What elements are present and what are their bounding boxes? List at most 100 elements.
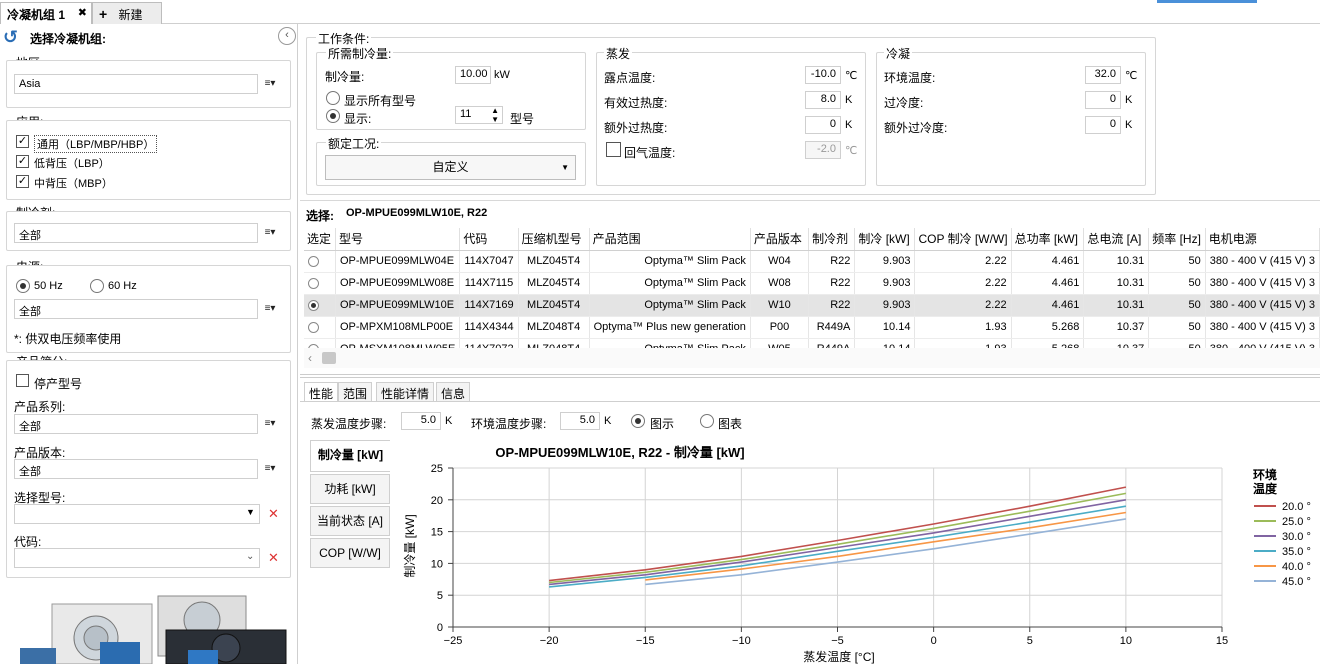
table-cell: OP-MPUE099MLW08E xyxy=(335,272,461,295)
column-header[interactable]: 制冷 [kW] xyxy=(854,228,916,251)
power-select[interactable]: 全部 xyxy=(14,299,258,319)
show-count-stepper[interactable]: 11 ▲ ▼ xyxy=(455,106,503,124)
extra-superheat-label: 额外过热度: xyxy=(604,121,668,135)
column-header[interactable]: 型号 xyxy=(335,228,461,251)
close-icon[interactable]: ✖ xyxy=(78,6,87,19)
filter-dropdown-icon[interactable]: ≡▾ xyxy=(262,76,278,92)
table-cell: MLZ048T4 xyxy=(518,316,590,339)
rated-condition-select[interactable]: 自定义 ▼ xyxy=(325,155,576,180)
table-row[interactable]: OP-MPUE099MLW04E 114X7047 MLZ045T4 Optyma™ … xyxy=(304,250,1320,273)
bottom-tab-line xyxy=(300,401,1320,402)
app-mbp-checkbox[interactable]: ✓ xyxy=(16,175,29,188)
column-header[interactable]: 产品版本 xyxy=(750,228,810,251)
column-header[interactable]: 总功率 [kW] xyxy=(1011,228,1085,251)
filter-dropdown-icon[interactable]: ≡▾ xyxy=(262,416,278,432)
collapse-panel-icon[interactable]: ‹ xyxy=(278,27,296,45)
chevron-down-icon[interactable]: ▼ xyxy=(246,507,255,517)
tab-performance[interactable]: 性能 xyxy=(304,382,339,402)
chevron-down-icon[interactable]: ⌄ xyxy=(246,551,254,562)
column-header[interactable]: 总电流 [A] xyxy=(1083,228,1150,251)
row-select-radio[interactable] xyxy=(308,255,319,267)
chart-title: OP-MPUE099MLW10E, R22 - 制冷量 [kW] xyxy=(495,445,744,460)
table-cell: 380 - 400 V (415 V) 3 xyxy=(1205,272,1320,295)
table-row[interactable]: OP-MPUE099MLW10E 114X7169 MLZ045T4 Optyma™ … xyxy=(304,294,1320,317)
row-select-radio-cell[interactable] xyxy=(304,250,336,273)
app-lbp-checkbox[interactable]: ✓ xyxy=(16,155,29,168)
app-general-label[interactable]: 通用（LBP/MBP/HBP） xyxy=(34,135,158,153)
refresh-icon[interactable]: ↺ xyxy=(3,27,18,48)
50hz-radio[interactable] xyxy=(16,279,30,293)
table-row[interactable]: OP-MPXM108MLP00E 114X4344 MLZ048T4 Optyma™ … xyxy=(304,316,1320,339)
code-select[interactable] xyxy=(14,548,260,568)
series-select[interactable]: 全部 xyxy=(14,414,258,434)
row-select-radio-cell[interactable] xyxy=(304,316,336,339)
cop-chart-button[interactable]: COP [W/W] xyxy=(310,538,390,568)
condensing-unit-image xyxy=(0,590,296,665)
scroll-thumb[interactable] xyxy=(322,352,336,364)
row-select-radio-cell[interactable] xyxy=(304,294,336,317)
return-gas-checkbox[interactable] xyxy=(606,142,621,157)
column-header[interactable]: 压缩机型号 xyxy=(518,228,590,251)
evap-step-input[interactable]: 5.0 xyxy=(401,412,441,430)
row-select-radio[interactable] xyxy=(308,321,319,333)
filter-dropdown-icon[interactable]: ≡▾ xyxy=(262,225,278,241)
scroll-left-icon[interactable]: ‹ xyxy=(308,351,312,365)
refrigerant-select[interactable]: 全部 xyxy=(14,223,258,243)
column-header[interactable]: COP 制冷 [W/W] xyxy=(914,228,1012,251)
subcooling-input[interactable]: 0 xyxy=(1085,91,1121,109)
row-select-radio[interactable] xyxy=(308,277,319,289)
capacity-chart-button[interactable]: 制冷量 [kW] xyxy=(310,440,390,472)
table-cell: 2.22 xyxy=(914,250,1012,273)
tab-performance-details[interactable]: 性能详情 xyxy=(376,382,435,402)
table-cell: 4.461 xyxy=(1011,294,1085,317)
current-chart-button[interactable]: 当前状态 [A] xyxy=(310,506,390,536)
tab-range[interactable]: 范围 xyxy=(338,382,373,402)
region-select[interactable]: Asia xyxy=(14,74,258,94)
row-select-radio[interactable] xyxy=(308,299,319,311)
clear-model-icon[interactable]: ✕ xyxy=(268,506,279,522)
table-row[interactable]: OP-MPUE099MLW08E 114X7115 MLZ045T4 Optyma™ … xyxy=(304,272,1320,295)
discontinued-checkbox[interactable] xyxy=(16,374,29,387)
column-header[interactable]: 选定 xyxy=(304,228,336,251)
superheat-input[interactable]: 8.0 xyxy=(805,91,841,109)
tab-info[interactable]: 信息 xyxy=(436,382,471,402)
ambient-temp-input[interactable]: 32.0 xyxy=(1085,66,1121,84)
filter-dropdown-icon[interactable]: ≡▾ xyxy=(262,301,278,317)
column-header[interactable]: 代码 xyxy=(459,228,519,251)
clear-code-icon[interactable]: ✕ xyxy=(268,550,279,566)
table-cell: 50 xyxy=(1148,316,1206,339)
tab-condensing-unit-1[interactable]: 冷凝机组 1 ✖ xyxy=(0,2,92,24)
horizontal-scrollbar[interactable]: ‹ xyxy=(304,348,1320,368)
column-header[interactable]: 电机电源 xyxy=(1205,228,1320,251)
splitter[interactable] xyxy=(300,374,1320,378)
new-tab-button[interactable]: + 新建 xyxy=(92,2,162,24)
mode-table-label: 图表 xyxy=(718,417,743,431)
column-header[interactable]: 产品范围 xyxy=(589,228,751,251)
mode-graph-radio[interactable] xyxy=(631,414,645,428)
60hz-radio[interactable] xyxy=(90,279,104,293)
column-header[interactable]: 制冷剂 xyxy=(808,228,856,251)
app-general-checkbox[interactable]: ✓ xyxy=(16,135,29,148)
stepper-arrows-icon[interactable]: ▲ ▼ xyxy=(491,106,499,124)
app-mbp-label: 中背压（MBP） xyxy=(34,178,113,190)
row-select-radio-cell[interactable] xyxy=(304,272,336,295)
amb-step-input[interactable]: 5.0 xyxy=(560,412,600,430)
subcooling-unit: K xyxy=(1125,94,1133,106)
table-cell: W08 xyxy=(750,272,810,295)
power-select-value: 全部 xyxy=(19,306,41,318)
table-cell: 9.903 xyxy=(854,294,916,317)
model-select[interactable] xyxy=(14,504,260,524)
show-count-radio[interactable] xyxy=(326,109,340,123)
version-select[interactable]: 全部 xyxy=(14,459,258,479)
extra-subcooling-input[interactable]: 0 xyxy=(1085,116,1121,134)
filter-dropdown-icon[interactable]: ≡▾ xyxy=(262,461,278,477)
capacity-input[interactable]: 10.00 xyxy=(455,66,491,84)
extra-superheat-input[interactable]: 0 xyxy=(805,116,841,134)
dew-point-input[interactable]: -10.0 xyxy=(805,66,841,84)
table-cell: MLZ045T4 xyxy=(518,294,590,317)
power-chart-button[interactable]: 功耗 [kW] xyxy=(310,474,390,504)
mode-table-radio[interactable] xyxy=(700,414,714,428)
table-cell: 114X7047 xyxy=(459,250,519,273)
show-all-radio[interactable] xyxy=(326,91,340,105)
column-header[interactable]: 频率 [Hz] xyxy=(1148,228,1206,251)
